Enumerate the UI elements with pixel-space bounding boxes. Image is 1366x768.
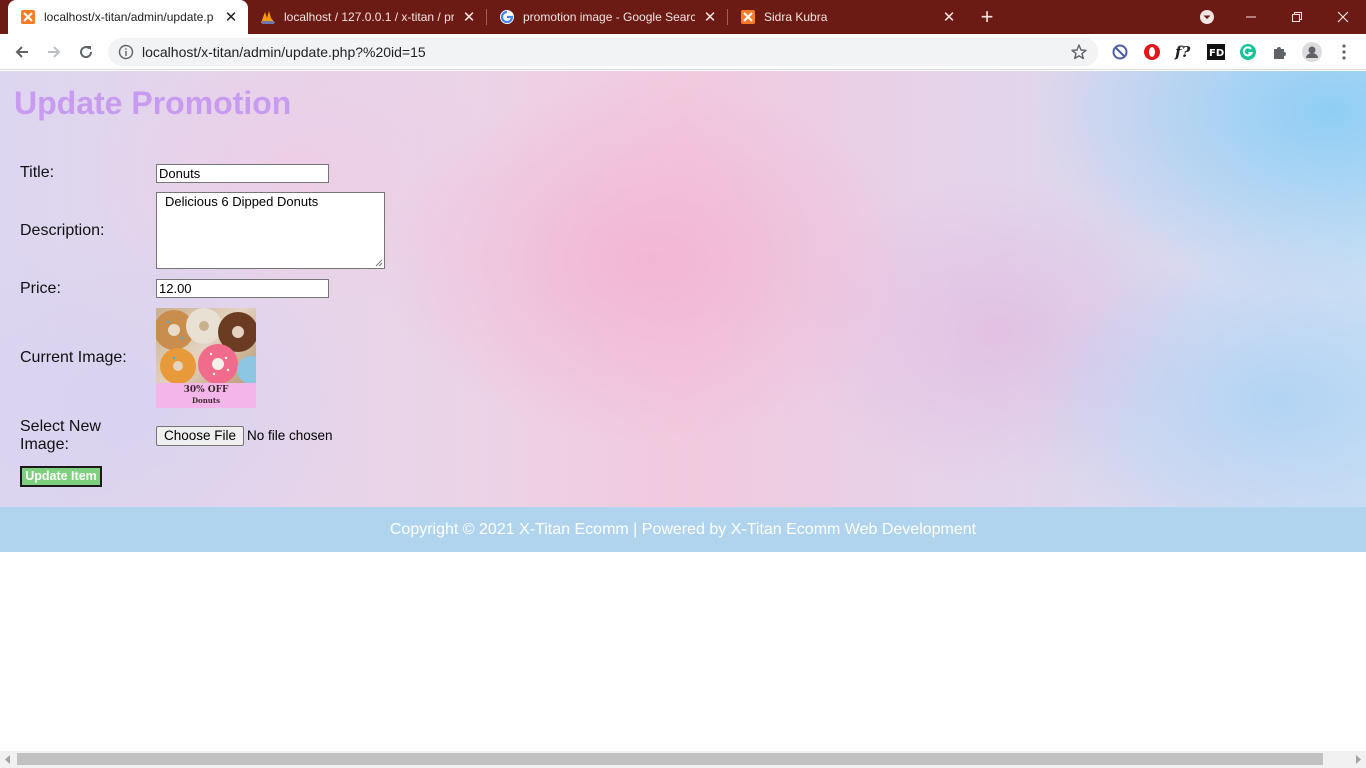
fd-icon[interactable]: FD [1206,42,1226,62]
price-input[interactable] [156,279,329,298]
price-label: Price: [20,280,61,297]
close-icon[interactable]: ✕ [940,8,958,26]
google-icon [499,9,515,25]
back-button[interactable] [8,38,36,66]
close-icon [1337,11,1349,23]
xampp-icon [740,9,756,25]
tab-update-page[interactable]: localhost/x-titan/admin/update.p ✕ [8,0,248,34]
address-bar[interactable]: localhost/x-titan/admin/update.php?%20id… [108,38,1098,66]
restore-button[interactable] [1274,0,1320,34]
title-input[interactable] [156,164,329,183]
tab-title: promotion image - Google Searc [523,10,695,24]
minimize-icon [1246,16,1256,18]
forward-button[interactable] [40,38,68,66]
font-icon[interactable]: f? [1174,42,1194,62]
opera-icon[interactable] [1142,42,1162,62]
current-promotion-image: 30% OFF Donuts [156,308,256,408]
tab-sidra-kubra[interactable]: Sidra Kubra ✕ [728,0,966,34]
svg-text:FD: FD [1209,48,1224,59]
bookmark-star-icon[interactable] [1070,43,1088,66]
browser-toolbar: localhost/x-titan/admin/update.php?%20id… [0,34,1366,70]
resize-grip-icon[interactable] [375,259,383,267]
update-item-button[interactable]: Update Item [20,466,102,487]
description-text: Delicious 6 Dipped Donuts [165,194,319,209]
reload-button[interactable] [72,38,100,66]
promotion-discount-text: 30% OFF [183,385,229,395]
reload-icon [80,46,93,59]
svg-text:f?: f? [1174,43,1190,61]
chevron-down-icon [1200,10,1214,24]
profile-icon[interactable] [1302,42,1322,62]
grammarly-icon[interactable] [1238,42,1258,62]
description-label: Description: [20,222,105,239]
tab-google-search[interactable]: promotion image - Google Searc ✕ [487,0,727,34]
horizontal-scrollbar[interactable] [0,751,1366,768]
new-image-label: Select New Image: [20,418,101,453]
arrow-left-icon [15,46,28,58]
choose-file-button[interactable]: Choose File [156,426,245,446]
tab-title: localhost / 127.0.0.1 / x-titan / pr [284,10,454,24]
xampp-icon [20,9,36,25]
info-icon[interactable] [118,44,134,65]
scroll-right-icon[interactable] [1354,755,1362,764]
scroll-left-icon[interactable] [4,755,12,764]
restore-icon [1292,12,1302,22]
scrollbar-thumb[interactable] [17,753,1323,765]
new-tab-button[interactable]: + [975,4,999,29]
close-icon[interactable]: ✕ [222,8,240,26]
tab-strip: localhost/x-titan/admin/update.p ✕ local… [0,0,1366,34]
block-icon[interactable] [1110,42,1130,62]
copyright-text: Copyright © 2021 X-Titan Ecomm | Powered… [389,520,977,538]
tab-title: localhost/x-titan/admin/update.p [44,10,214,24]
menu-icon[interactable] [1334,42,1354,62]
page-title: Update Promotion [14,85,292,121]
file-status-text: No file chosen [247,428,333,443]
description-textarea[interactable]: Delicious 6 Dipped Donuts [156,192,385,269]
tab-phpmyadmin[interactable]: localhost / 127.0.0.1 / x-titan / pr ✕ [248,0,486,34]
title-label: Title: [20,164,55,181]
tab-title: Sidra Kubra [764,10,828,24]
close-icon[interactable]: ✕ [701,8,719,26]
tab-search-button[interactable] [1184,0,1230,34]
minimize-button[interactable] [1228,0,1274,34]
page-viewport: Update Promotion Title: Description: Del… [0,71,1366,751]
promotion-product-text: Donuts [191,396,221,405]
phpmyadmin-icon [260,9,276,25]
puzzle-icon[interactable] [1270,42,1290,62]
promotion-banner: 30% OFF Donuts [156,383,256,408]
close-window-button[interactable] [1320,0,1366,34]
url-text: localhost/x-titan/admin/update.php?%20id… [142,44,426,60]
donuts-photo [156,308,256,384]
current-image-label: Current Image: [20,349,127,366]
footer: Copyright © 2021 X-Titan Ecomm | Powered… [0,507,1366,552]
watercolor-background: Update Promotion Title: Description: Del… [0,71,1366,507]
close-icon[interactable]: ✕ [460,8,478,26]
arrow-right-icon [48,46,61,58]
